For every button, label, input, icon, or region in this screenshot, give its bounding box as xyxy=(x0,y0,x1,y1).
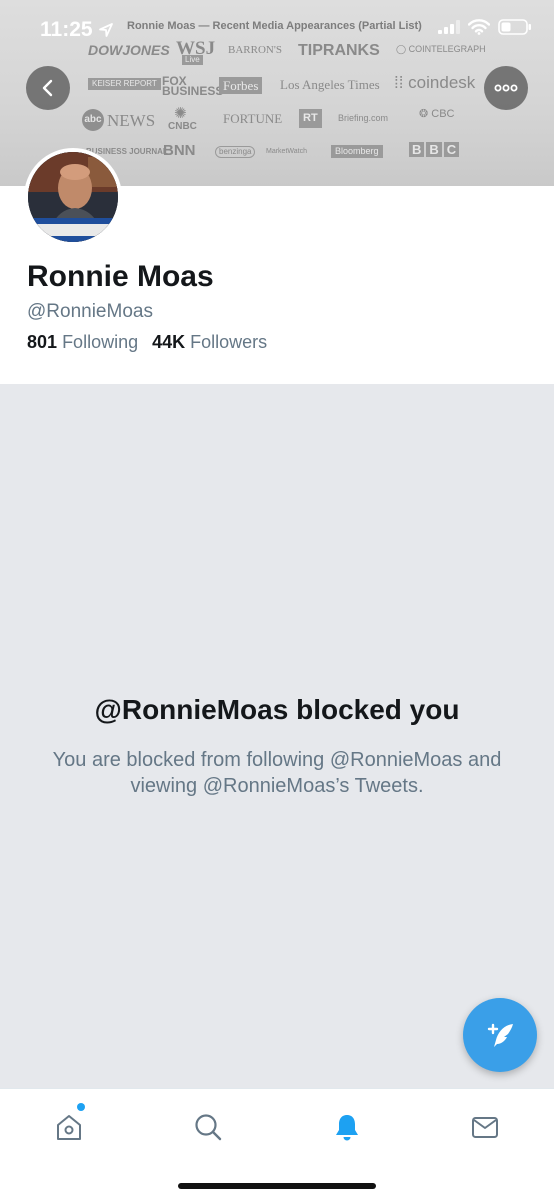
logo-cointelegraph: ◯ COINTELEGRAPH xyxy=(396,44,486,54)
logo-briefing: Briefing.com xyxy=(338,113,389,123)
logo-tipranks: TIPRANKS xyxy=(298,42,380,59)
home-notification-dot xyxy=(77,1103,85,1111)
messages-envelope-icon xyxy=(472,1117,498,1138)
logo-bloomberg: Bloomberg xyxy=(331,145,383,158)
logo-forbes: Forbes xyxy=(219,77,263,94)
tab-notifications[interactable] xyxy=(327,1107,367,1147)
home-icon xyxy=(57,1115,81,1140)
profile-name: Ronnie Moas xyxy=(27,260,214,293)
compose-tweet-icon xyxy=(487,1023,513,1047)
logo-cbc: ❂ CBC xyxy=(419,108,455,120)
tab-search[interactable] xyxy=(188,1107,228,1147)
logo-marketwatch: MarketWatch xyxy=(266,148,307,155)
followers-count: 44K xyxy=(152,332,186,352)
banner-title: Ronnie Moas — Recent Media Appearances (… xyxy=(127,20,422,32)
logo-benzinga: benzinga xyxy=(215,146,256,158)
more-options-button[interactable] xyxy=(484,66,528,110)
back-button[interactable] xyxy=(26,66,70,110)
logo-keiser-report: KEISER REPORT xyxy=(88,78,161,90)
tab-messages[interactable] xyxy=(465,1107,505,1147)
following-label: Following xyxy=(62,332,139,352)
avatar[interactable] xyxy=(24,148,122,246)
logo-coindesk: ⁞⁞ coindesk xyxy=(394,73,476,92)
logo-bnn: BNN xyxy=(163,142,196,159)
search-icon xyxy=(195,1114,222,1141)
logo-rt: RT xyxy=(299,109,322,128)
compose-tweet-button[interactable] xyxy=(463,998,537,1072)
followers-label: Followers xyxy=(190,332,268,352)
following-link[interactable]: 801 Following xyxy=(27,332,138,353)
logo-bbc: B B C xyxy=(409,142,460,157)
location-arrow-icon xyxy=(99,23,113,37)
status-indicators xyxy=(438,19,532,35)
blocked-message: You are blocked from following @RonnieMo… xyxy=(52,749,502,797)
notifications-bell-icon xyxy=(336,1115,358,1141)
profile-photo xyxy=(28,152,118,242)
logo-la-times: Los Angeles Times xyxy=(280,77,380,92)
logo-fox-business: FOX BUSINESS xyxy=(162,74,224,98)
home-indicator[interactable] xyxy=(178,1183,376,1189)
blocked-title: @RonnieMoas blocked you xyxy=(94,694,460,725)
status-time: 11:25 xyxy=(40,18,93,41)
battery-icon xyxy=(498,19,531,35)
wifi-icon xyxy=(468,19,490,35)
logo-barrons: BARRON'S xyxy=(228,44,282,56)
following-count: 801 xyxy=(27,332,58,352)
profile-stats: 801 Following 44K Followers xyxy=(27,332,267,353)
followers-link[interactable]: 44K Followers xyxy=(152,332,267,353)
more-horizontal-icon xyxy=(494,84,518,92)
tab-home[interactable] xyxy=(49,1107,89,1147)
profile-handle: @RonnieMoas xyxy=(27,301,153,322)
logo-cnbc: ✺ CNBC xyxy=(168,105,197,132)
cellular-signal-icon xyxy=(438,20,460,34)
logo-dowjones: DOWJONES xyxy=(88,42,170,58)
logo-fortune: FORTUNE xyxy=(223,111,283,126)
logo-wsj-live: Live xyxy=(182,55,203,65)
chevron-left-icon xyxy=(42,79,53,97)
logo-abc-news: abc NEWS xyxy=(82,109,155,131)
